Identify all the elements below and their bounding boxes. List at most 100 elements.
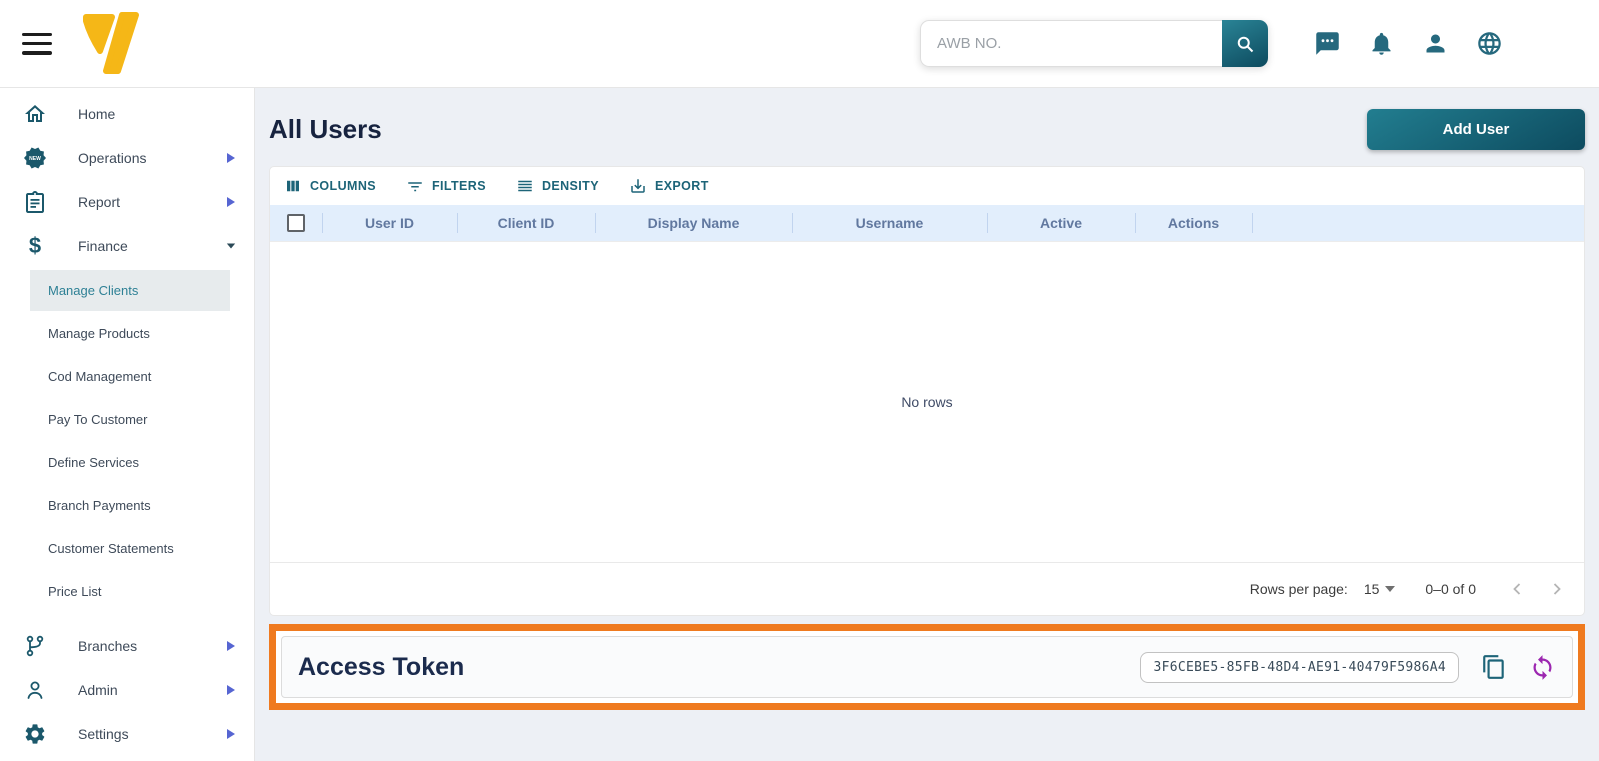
sidebar-subitem-manage-clients[interactable]: Manage Clients <box>30 270 230 311</box>
filters-icon <box>408 182 422 192</box>
sidebar-item-settings[interactable]: Settings <box>0 712 254 756</box>
brand-logo-icon <box>83 11 139 74</box>
menu-icon[interactable] <box>22 32 52 55</box>
sidebar-item-label: Branches <box>78 638 138 654</box>
topbar-icons <box>1314 30 1503 57</box>
sidebar-subitem-define-services[interactable]: Define Services <box>30 442 230 483</box>
sidebar-subitem-cod-management[interactable]: Cod Management <box>30 356 230 397</box>
notifications-icon[interactable] <box>1368 30 1395 57</box>
column-header-display-name[interactable]: Display Name <box>595 205 792 241</box>
caret-down-icon <box>1385 586 1396 592</box>
chevron-right-icon <box>1553 583 1561 595</box>
access-token-highlight: Access Token 3F6CEBE5-85FB-48D4-AE91-404… <box>269 624 1585 710</box>
awb-search-group <box>920 20 1268 67</box>
sidebar-subitem-label: Manage Products <box>48 326 150 341</box>
column-header-username[interactable]: Username <box>792 205 987 241</box>
add-user-button[interactable]: Add User <box>1367 108 1585 150</box>
new-badge-icon: NEW <box>22 146 48 170</box>
sidebar-subitem-label: Customer Statements <box>48 541 174 556</box>
sidebar-item-report[interactable]: Report <box>0 180 254 224</box>
columns-icon <box>287 180 299 192</box>
sidebar-item-label: Settings <box>78 726 129 742</box>
awb-search-input[interactable] <box>920 20 1222 67</box>
chevron-right-icon <box>227 153 235 163</box>
export-icon <box>631 179 645 193</box>
home-icon <box>22 102 48 126</box>
chevron-right-icon <box>227 641 235 651</box>
table-toolbar: COLUMNS FILTERS DENSITY EXPORT <box>270 167 1584 205</box>
sidebar-subitem-label: Price List <box>48 584 102 599</box>
sidebar-subitem-branch-payments[interactable]: Branch Payments <box>30 485 230 526</box>
export-button[interactable]: EXPORT <box>629 177 709 195</box>
sidebar-subitem-price-list[interactable]: Price List <box>30 571 230 612</box>
previous-page-button[interactable] <box>1502 574 1532 604</box>
sidebar-item-finance[interactable]: $ Finance <box>0 224 254 268</box>
checkbox-icon <box>287 214 305 232</box>
density-button[interactable]: DENSITY <box>516 177 599 195</box>
report-icon <box>22 190 48 214</box>
column-header-client-id[interactable]: Client ID <box>457 205 595 241</box>
sidebar-subitem-label: Define Services <box>48 455 140 470</box>
copy-icon <box>1483 655 1504 679</box>
sidebar-subitem-manage-products[interactable]: Manage Products <box>30 313 230 354</box>
access-token-value[interactable]: 3F6CEBE5-85FB-48D4-AE91-40479F5986A4 <box>1140 651 1459 683</box>
app-root: Home NEW Operations <box>0 0 1599 761</box>
empty-state-text: No rows <box>901 394 953 410</box>
settings-icon <box>22 722 48 746</box>
chevron-down-icon <box>226 243 236 249</box>
columns-button[interactable]: COLUMNS <box>284 177 376 195</box>
users-table: COLUMNS FILTERS DENSITY EXPORT User ID C… <box>269 166 1585 616</box>
access-token-panel: Access Token 3F6CEBE5-85FB-48D4-AE91-404… <box>281 636 1573 698</box>
table-pagination: Rows per page: 15 0–0 of 0 <box>270 562 1584 615</box>
next-page-button[interactable] <box>1542 574 1572 604</box>
sidebar-item-admin[interactable]: Admin <box>0 668 254 712</box>
table-body: No rows <box>270 242 1584 562</box>
density-icon <box>518 180 532 192</box>
filters-button[interactable]: FILTERS <box>406 177 486 195</box>
sidebar-item-label: Operations <box>78 150 147 166</box>
admin-icon <box>22 678 48 702</box>
refresh-token-button[interactable] <box>1529 654 1556 681</box>
svg-text:NEW: NEW <box>29 156 41 162</box>
access-token-controls: 3F6CEBE5-85FB-48D4-AE91-40479F5986A4 <box>1140 651 1562 683</box>
profile-icon[interactable] <box>1422 30 1449 57</box>
select-all-checkbox[interactable] <box>270 205 322 241</box>
chevron-left-icon <box>1513 583 1521 595</box>
search-button[interactable] <box>1222 20 1268 67</box>
sidebar-item-label: Report <box>78 194 121 210</box>
page-title: All Users <box>269 113 382 144</box>
svg-text:$: $ <box>29 234 41 258</box>
sidebar-item-label: Admin <box>78 682 118 698</box>
sidebar-item-label: Finance <box>78 238 128 254</box>
chevron-right-icon <box>227 197 235 207</box>
finance-icon: $ <box>22 234 48 258</box>
chevron-right-icon <box>227 685 235 695</box>
pagination-range: 0–0 of 0 <box>1425 581 1476 597</box>
table-header-row: User ID Client ID Display Name Username … <box>270 205 1584 242</box>
access-token-title: Access Token <box>298 652 465 681</box>
chevron-right-icon <box>227 729 235 739</box>
rows-per-page-select[interactable]: 15 <box>1364 581 1396 597</box>
rows-per-page-label: Rows per page: <box>1249 581 1348 597</box>
sidebar-item-operations[interactable]: NEW Operations <box>0 136 254 180</box>
sidebar-subitem-customer-statements[interactable]: Customer Statements <box>30 528 230 569</box>
sidebar-subitem-pay-to-customer[interactable]: Pay To Customer <box>30 399 230 440</box>
column-header-actions[interactable]: Actions <box>1135 205 1252 241</box>
sidebar-subitem-label: Branch Payments <box>48 498 151 513</box>
copy-token-button[interactable] <box>1481 654 1507 680</box>
language-icon[interactable] <box>1476 30 1503 57</box>
column-header-user-id[interactable]: User ID <box>322 205 457 241</box>
branches-icon <box>22 634 48 658</box>
sidebar-item-branches[interactable]: Branches <box>0 624 254 668</box>
top-bar <box>0 0 1599 88</box>
sidebar-subitem-label: Manage Clients <box>48 283 139 298</box>
search-icon <box>1237 36 1254 52</box>
column-header-active[interactable]: Active <box>987 205 1135 241</box>
title-row: All Users Add User <box>269 102 1585 156</box>
main-content: All Users Add User COLUMNS FILTERS DENSI… <box>255 88 1599 761</box>
layout: Home NEW Operations Report $ Finance Man… <box>0 88 1599 761</box>
refresh-icon <box>1533 654 1552 680</box>
sidebar: Home NEW Operations Report $ Finance Man… <box>0 88 255 761</box>
sidebar-item-home[interactable]: Home <box>0 92 254 136</box>
chat-icon[interactable] <box>1314 30 1341 57</box>
